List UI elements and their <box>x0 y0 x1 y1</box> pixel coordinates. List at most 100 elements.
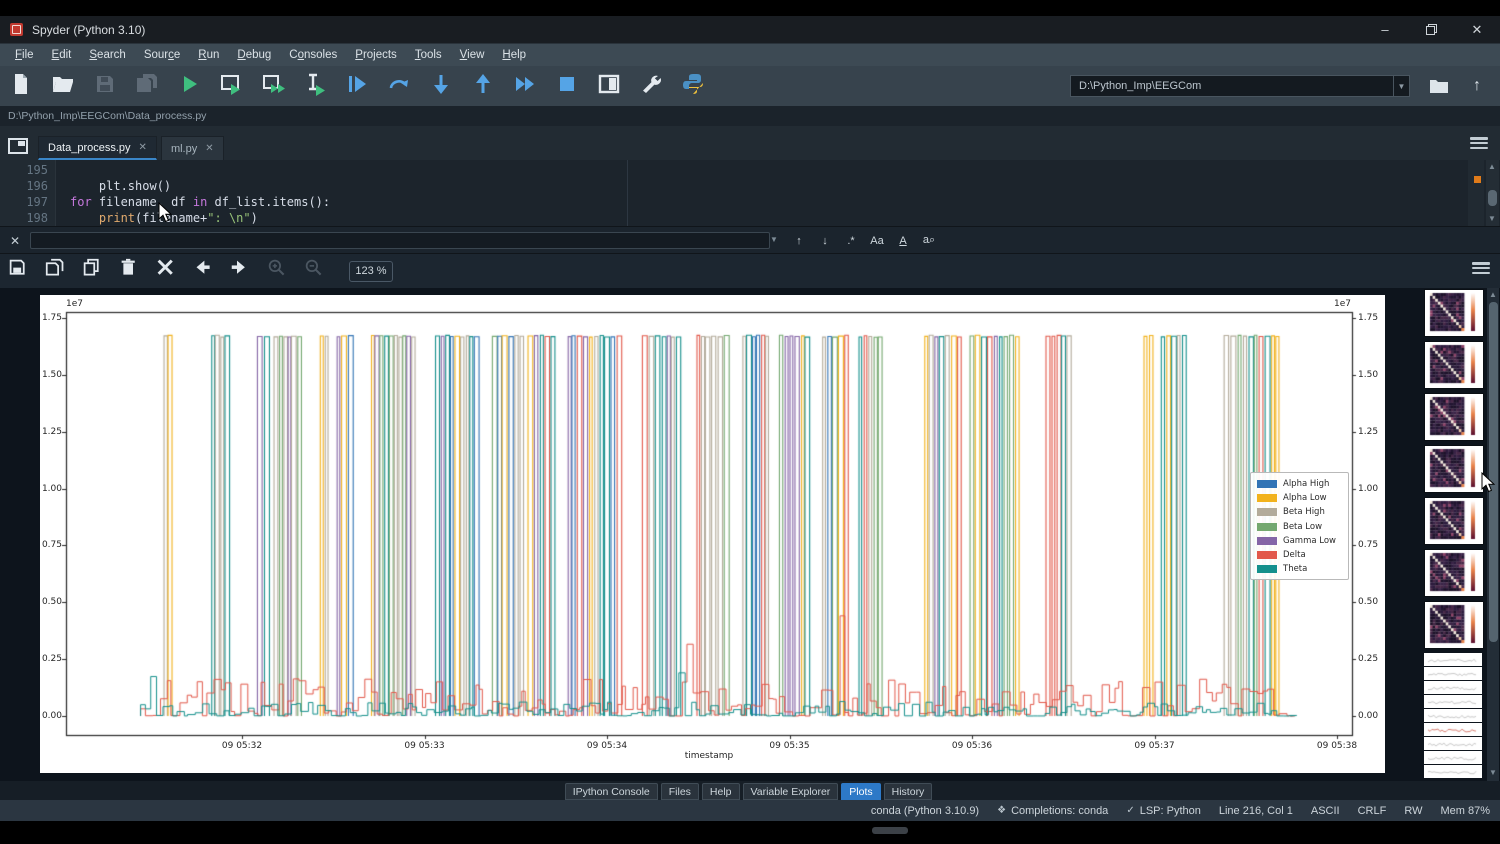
save-all-plots-button[interactable] <box>43 259 67 283</box>
regex-button[interactable]: .* <box>840 231 862 250</box>
fast-forward-button[interactable] <box>512 73 538 99</box>
run-cell-advance-button[interactable] <box>260 73 286 99</box>
open-file-button[interactable] <box>50 73 76 99</box>
save-plot-button[interactable] <box>6 259 30 283</box>
browse-tabs-button[interactable] <box>8 138 28 154</box>
plot-thumbnail-lineplot[interactable] <box>1424 737 1482 747</box>
maximize-pane-icon <box>597 72 621 101</box>
step-into-button[interactable] <box>428 73 454 99</box>
thumbnail-scrollbar-thumb[interactable] <box>1489 302 1498 642</box>
save-button[interactable] <box>92 73 118 99</box>
menu-run[interactable]: Run <box>189 46 228 64</box>
browse-directory-button[interactable] <box>1426 73 1452 99</box>
pane-tab-plots[interactable]: Plots <box>841 783 880 800</box>
editor-options-button[interactable] <box>1470 137 1488 149</box>
menu-source[interactable]: Source <box>135 46 189 64</box>
run-cell-button[interactable] <box>218 73 244 99</box>
menu-help[interactable]: Help <box>493 46 535 64</box>
run-selection-button[interactable] <box>302 73 328 99</box>
preferences-button[interactable] <box>638 73 664 99</box>
restore-button[interactable] <box>1408 16 1454 43</box>
python-env-button[interactable] <box>680 73 706 99</box>
thumb-scroll-down-icon[interactable]: ▼ <box>1489 768 1497 777</box>
run-cell-advance-icon <box>261 72 285 101</box>
menu-view[interactable]: View <box>451 46 494 64</box>
maximize-pane-button[interactable] <box>596 73 622 99</box>
new-file-button[interactable] <box>8 73 34 99</box>
status-bar: conda (Python 3.10.9)❖Completions: conda… <box>0 800 1500 821</box>
plot-thumbnail-lineplot[interactable] <box>1424 667 1482 677</box>
plot-thumbnail-lineplot[interactable] <box>1424 681 1482 691</box>
y-tick-left: 0.50 <box>40 597 62 607</box>
remove-plot-button[interactable] <box>117 259 141 283</box>
thumb-scroll-up-icon[interactable]: ▲ <box>1489 290 1497 299</box>
find-previous-button[interactable]: ↑ <box>788 231 810 250</box>
copy-image-button[interactable] <box>80 259 104 283</box>
parent-directory-button[interactable]: ↑ <box>1464 73 1490 99</box>
debug-continue-button[interactable] <box>386 73 412 99</box>
pane-tab-files[interactable]: Files <box>661 783 699 800</box>
menu-consoles[interactable]: Consoles <box>280 46 346 64</box>
plot-thumbnail-heatmap[interactable] <box>1424 289 1484 337</box>
menu-search[interactable]: Search <box>80 46 134 64</box>
y-tick-right: 1.50 <box>1358 370 1378 380</box>
find-previous-icon: ↑ <box>796 235 802 247</box>
run-button[interactable] <box>176 73 202 99</box>
spyder-window: Spyder (Python 3.10) – ✕ FileEditSearchS… <box>0 0 1500 844</box>
save-all-button[interactable] <box>134 73 160 99</box>
menu-projects[interactable]: Projects <box>346 46 406 64</box>
plot-thumbnail-lineplot[interactable] <box>1424 695 1482 705</box>
chevron-down-icon[interactable]: ▼ <box>1393 76 1409 96</box>
search-input[interactable] <box>30 232 770 249</box>
plot-thumbnail-lineplot[interactable] <box>1424 653 1482 663</box>
remove-all-plots-button[interactable] <box>154 259 178 283</box>
legend-label: Alpha High <box>1283 479 1329 489</box>
search-history-caret-icon[interactable]: ▼ <box>770 235 778 244</box>
plot-thumbnail-lineplot[interactable] <box>1424 751 1482 761</box>
close-find-button[interactable]: ✕ <box>7 233 23 249</box>
editor-scrollbar-thumb[interactable] <box>1488 190 1497 206</box>
tab-close-icon[interactable]: ✕ <box>205 143 213 154</box>
token-keyword: in <box>193 195 207 209</box>
pane-tab-history[interactable]: History <box>884 783 933 800</box>
plot-thumbnail-heatmap[interactable] <box>1424 549 1484 597</box>
plot-thumbnail-heatmap[interactable] <box>1424 445 1484 493</box>
plot-thumbnail-heatmap[interactable] <box>1424 601 1484 649</box>
menu-debug[interactable]: Debug <box>228 46 280 64</box>
working-directory-combobox[interactable]: D:\Python_Imp\EEGCom ▼ <box>1070 75 1410 97</box>
plot-thumbnail-heatmap[interactable] <box>1424 497 1484 545</box>
find-next-button[interactable]: ↓ <box>814 231 836 250</box>
find-replace-button[interactable]: a⌕ <box>918 231 940 250</box>
menu-file[interactable]: File <box>6 46 43 64</box>
plot-thumbnail-lineplot[interactable] <box>1424 709 1482 719</box>
plot-thumbnail-lineplot[interactable] <box>1424 723 1482 733</box>
tab-close-icon[interactable]: ✕ <box>139 142 147 153</box>
debug-file-button[interactable] <box>344 73 370 99</box>
save-icon <box>93 72 117 101</box>
whole-words-button[interactable]: A <box>892 231 914 250</box>
pane-tab-help[interactable]: Help <box>702 783 740 800</box>
pane-tab-ipython-console[interactable]: IPython Console <box>565 783 658 800</box>
legend-label: Alpha Low <box>1283 493 1327 503</box>
step-return-button[interactable] <box>470 73 496 99</box>
editor-tab-data-process-py[interactable]: Data_process.py✕ <box>38 136 157 160</box>
scrollbar-down-icon[interactable]: ▼ <box>1488 214 1496 223</box>
pane-tab-variable-explorer[interactable]: Variable Explorer <box>743 783 839 800</box>
menu-edit[interactable]: Edit <box>43 46 81 64</box>
scrollbar-up-icon[interactable]: ▲ <box>1488 162 1496 171</box>
code-editor[interactable]: 195196 plt.show()197for filename, df in … <box>0 160 1500 226</box>
previous-plot-button[interactable] <box>191 259 215 283</box>
minimize-button[interactable]: – <box>1362 16 1408 43</box>
stop-button[interactable] <box>554 73 580 99</box>
plot-thumbnail-heatmap[interactable] <box>1424 341 1484 389</box>
editor-tab-ml-py[interactable]: ml.py✕ <box>161 136 224 160</box>
next-plot-button[interactable] <box>228 259 252 283</box>
close-button[interactable]: ✕ <box>1454 16 1500 43</box>
window-controls: – ✕ <box>1362 16 1500 43</box>
regex-icon: .* <box>847 235 854 247</box>
case-sensitive-button[interactable]: Aa <box>866 231 888 250</box>
plot-thumbnail-lineplot[interactable] <box>1424 765 1482 775</box>
plot-thumbnail-heatmap[interactable] <box>1424 393 1484 441</box>
menu-tools[interactable]: Tools <box>406 46 451 64</box>
plots-options-button[interactable] <box>1472 262 1490 274</box>
